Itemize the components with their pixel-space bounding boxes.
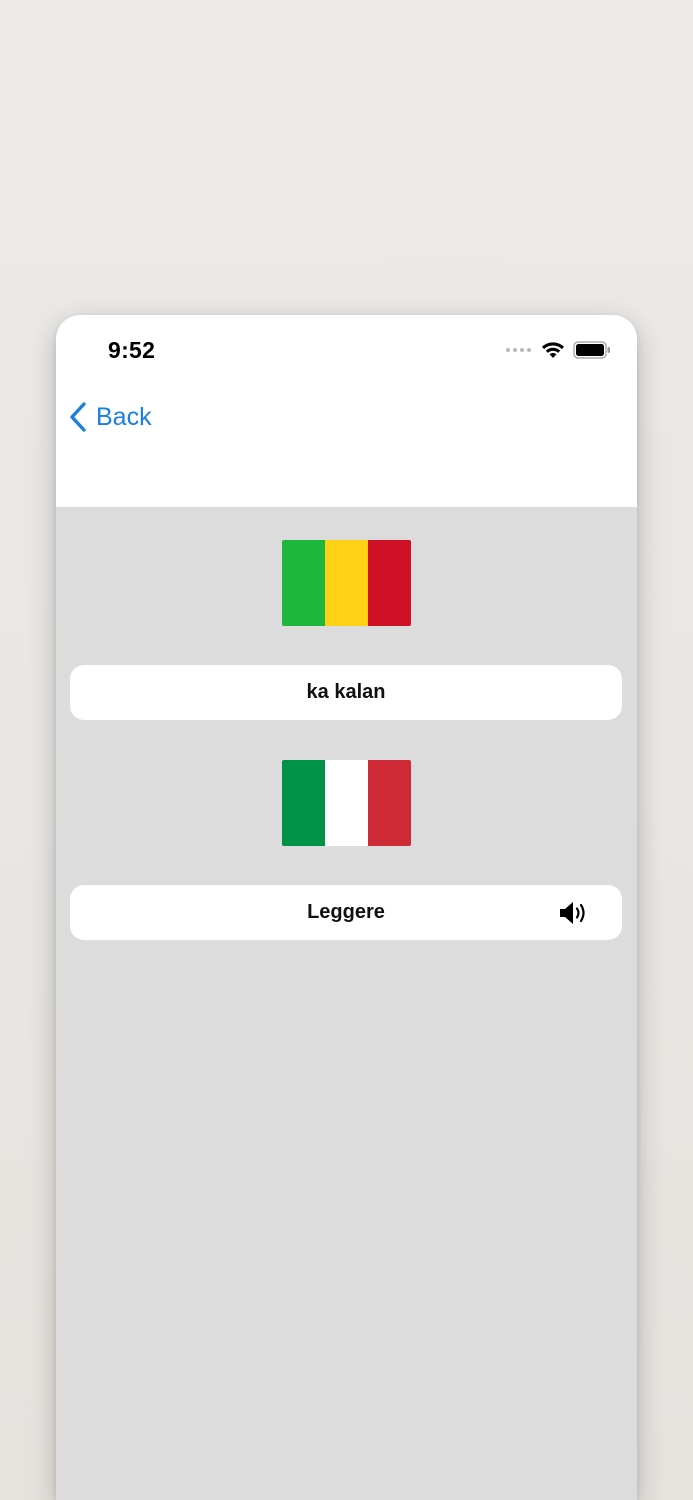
italy-flag <box>282 760 411 846</box>
speaker-icon[interactable] <box>558 900 590 926</box>
status-icons <box>506 341 611 359</box>
back-label: Back <box>96 402 152 431</box>
phone-screen: 9:52 Back ka kalan Leggere <box>56 315 637 1500</box>
translation-card: Leggere <box>70 885 622 940</box>
chevron-left-icon <box>70 402 86 432</box>
back-button[interactable]: Back <box>68 401 152 433</box>
wifi-icon <box>542 342 564 358</box>
source-word-card: ka kalan <box>70 665 622 720</box>
battery-icon <box>573 341 610 359</box>
mali-flag <box>282 540 411 626</box>
source-word: ka kalan <box>306 681 386 703</box>
translated-word: Leggere <box>307 901 385 923</box>
cellular-signal-icon <box>506 348 531 352</box>
navigation-header: 9:52 Back <box>56 315 637 507</box>
status-time: 9:52 <box>108 337 156 363</box>
